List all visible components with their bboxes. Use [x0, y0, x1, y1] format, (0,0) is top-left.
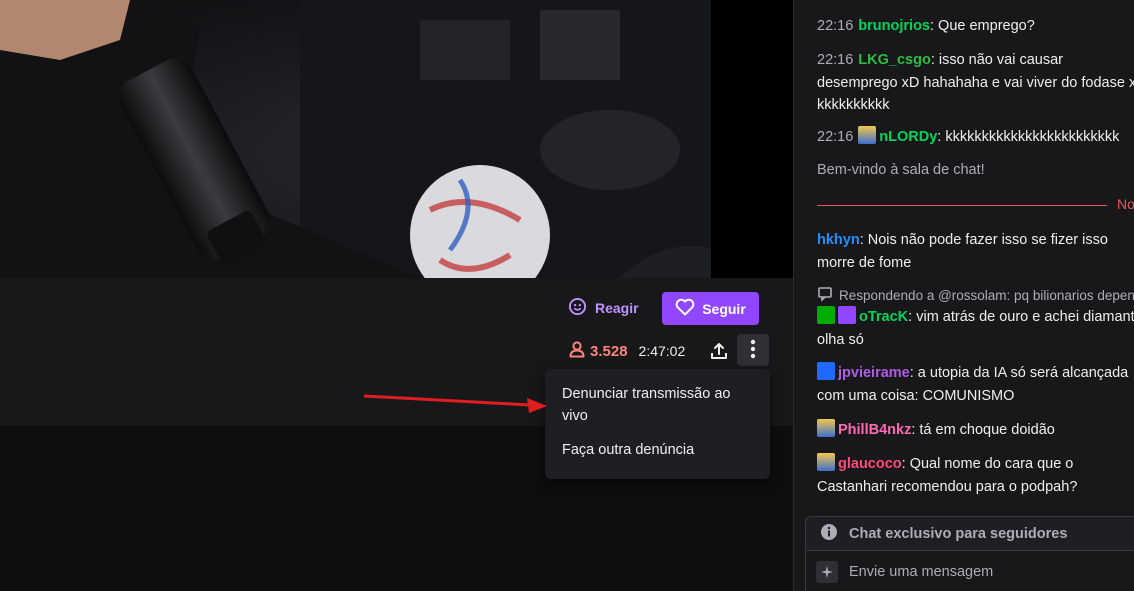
person-icon	[568, 340, 586, 362]
reply-text: Respondendo a @rossolam: pq bilionarios …	[839, 288, 1134, 303]
chat-username[interactable]: nLORDy	[879, 129, 937, 145]
crown-badge-icon[interactable]	[817, 362, 835, 380]
prime-badge-icon[interactable]	[838, 306, 856, 324]
chat-message: 22:16 brunojrios: Que emprego?	[817, 15, 1134, 38]
year-2022-badge-icon[interactable]	[817, 419, 835, 437]
info-icon	[820, 523, 838, 545]
share-button[interactable]	[705, 338, 733, 366]
chat-message: jpvieirame: a utopia da IA só será alcan…	[817, 362, 1134, 407]
video-player[interactable]	[0, 0, 793, 278]
heart-icon	[675, 298, 695, 319]
stream-stats: 3.528 2:47:02	[568, 338, 685, 364]
share-icon	[709, 341, 729, 364]
reply-context[interactable]: Respondendo a @rossolam: pq bilionarios …	[817, 286, 1134, 305]
message-text: : Que emprego?	[930, 18, 1035, 34]
year-2022-badge-icon[interactable]	[858, 126, 877, 144]
chat-username[interactable]: brunojrios	[858, 18, 930, 34]
react-label: Reagir	[595, 300, 639, 316]
sparkle-icon[interactable]	[816, 561, 838, 583]
sword-badge-icon[interactable]	[817, 306, 835, 324]
react-button[interactable]: Reagir	[558, 292, 649, 324]
menu-item-other-report[interactable]: Faça outra denúncia	[545, 435, 770, 465]
followers-only-notice: Chat exclusivo para seguidores	[805, 516, 1134, 550]
stream-column: Reagir Seguir 3.528 2:47:02 Denunciar tr…	[0, 0, 793, 591]
message-time: 22:16	[817, 129, 854, 145]
chat-username[interactable]: jpvieirame	[838, 365, 910, 381]
menu-item-report-live[interactable]: Denunciar transmissão ao vivo	[545, 379, 770, 431]
chat-username[interactable]: PhillB4nkz	[838, 422, 911, 438]
chat-message: hkhyn: Nois não pode fazer isso se fizer…	[817, 229, 1134, 274]
chat-username[interactable]: glaucoco	[838, 456, 902, 472]
follow-button[interactable]: Seguir	[662, 292, 759, 325]
uptime: 2:47:02	[638, 343, 686, 359]
new-messages-divider	[817, 205, 1107, 206]
reply-icon	[817, 286, 833, 305]
chat-message: glaucoco: Qual nome do cara que o Castan…	[817, 453, 1134, 498]
smiley-icon	[568, 297, 587, 319]
viewer-count-value: 3.528	[590, 342, 628, 360]
chat-message: oTracK: vim atrás de ouro e achei diaman…	[817, 306, 1134, 351]
follow-label: Seguir	[702, 300, 746, 317]
chat-username[interactable]: LKG_csgo	[858, 52, 931, 68]
vertical-ellipsis-icon	[750, 339, 756, 362]
chat-message: 22:16 LKG_csgo: isso não vai causar desem…	[817, 49, 1134, 117]
new-messages-label: Novas	[1117, 196, 1134, 212]
annotation-arrow	[363, 394, 547, 413]
chat-username[interactable]: hkhyn	[817, 232, 860, 248]
video-frame[interactable]	[0, 0, 711, 278]
chat-username[interactable]: oTracK	[859, 309, 908, 325]
message-time: 22:16	[817, 18, 854, 34]
chat-panel: 22:16 brunojrios: Que emprego? 22:16 LKG_c…	[793, 0, 1134, 591]
chat-message: PhillB4nkz: tá em choque doidão	[817, 419, 1134, 442]
video-content-image	[0, 0, 711, 278]
message-text: : tá em choque doidão	[911, 422, 1055, 438]
chat-input-placeholder: Envie uma mensagem	[849, 564, 994, 580]
chat-message-input[interactable]: Envie uma mensagem	[805, 550, 1134, 591]
message-text: : Nois não pode fazer isso se fizer isso…	[817, 232, 1108, 271]
chat-message: 22:16 nLORDy: kkkkkkkkkkkkkkkkkkkkkkkk	[817, 126, 1134, 149]
chat-welcome: Bem-vindo à sala de chat!	[817, 162, 985, 178]
message-time: 22:16	[817, 52, 854, 68]
message-text: : kkkkkkkkkkkkkkkkkkkkkkkk	[937, 129, 1120, 145]
followers-only-label: Chat exclusivo para seguidores	[849, 525, 1068, 542]
more-options-button[interactable]	[737, 334, 769, 366]
year-2022-badge-icon[interactable]	[817, 453, 835, 471]
more-options-menu: Denunciar transmissão ao vivo Faça outra…	[545, 369, 770, 479]
viewer-count: 3.528	[568, 340, 628, 362]
